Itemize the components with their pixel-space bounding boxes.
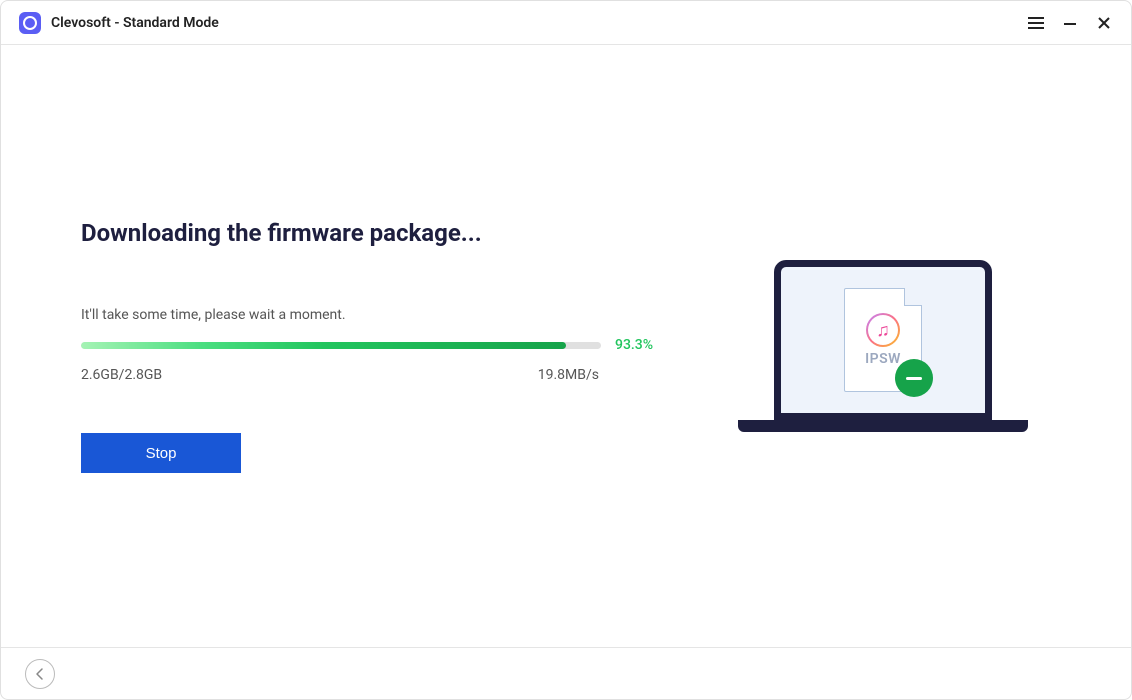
progress-percent: 93.3% (615, 337, 661, 353)
close-icon[interactable] (1095, 14, 1113, 32)
window-controls (1027, 14, 1113, 32)
titlebar-left: Clevosoft - Standard Mode (19, 12, 219, 34)
progress-row: 93.3% (81, 337, 661, 353)
downloaded-size: 2.6GB/2.8GB (81, 367, 162, 383)
laptop-screen: ♫ IPSW (774, 260, 992, 420)
back-button[interactable] (25, 659, 55, 689)
titlebar: Clevosoft - Standard Mode (1, 1, 1131, 45)
menu-icon[interactable] (1027, 14, 1045, 32)
laptop-illustration: ♫ IPSW (774, 260, 1028, 432)
download-panel: Downloading the firmware package... It'l… (81, 219, 661, 473)
page-subtext: It'll take some time, please wait a mome… (81, 307, 661, 323)
main-content: Downloading the firmware package... It'l… (1, 45, 1131, 647)
laptop-base (738, 420, 1028, 432)
doc-fold-icon (904, 288, 922, 306)
ipsw-label: IPSW (865, 351, 901, 367)
stop-button[interactable]: Stop (81, 433, 241, 473)
music-ring-icon: ♫ (866, 313, 900, 347)
illustration-panel: ♫ IPSW (751, 260, 1051, 432)
progress-bar (81, 342, 601, 349)
progress-fill (81, 342, 566, 349)
download-badge-icon (895, 359, 933, 397)
music-note-icon: ♫ (876, 320, 890, 341)
ipsw-file-icon: ♫ IPSW (844, 288, 922, 392)
download-speed: 19.8MB/s (538, 367, 599, 383)
footer (1, 647, 1131, 699)
minimize-icon[interactable] (1061, 14, 1079, 32)
app-logo-icon (19, 12, 41, 34)
download-stats: 2.6GB/2.8GB 19.8MB/s (81, 367, 661, 383)
app-title: Clevosoft - Standard Mode (51, 15, 219, 31)
page-heading: Downloading the firmware package... (81, 219, 661, 247)
